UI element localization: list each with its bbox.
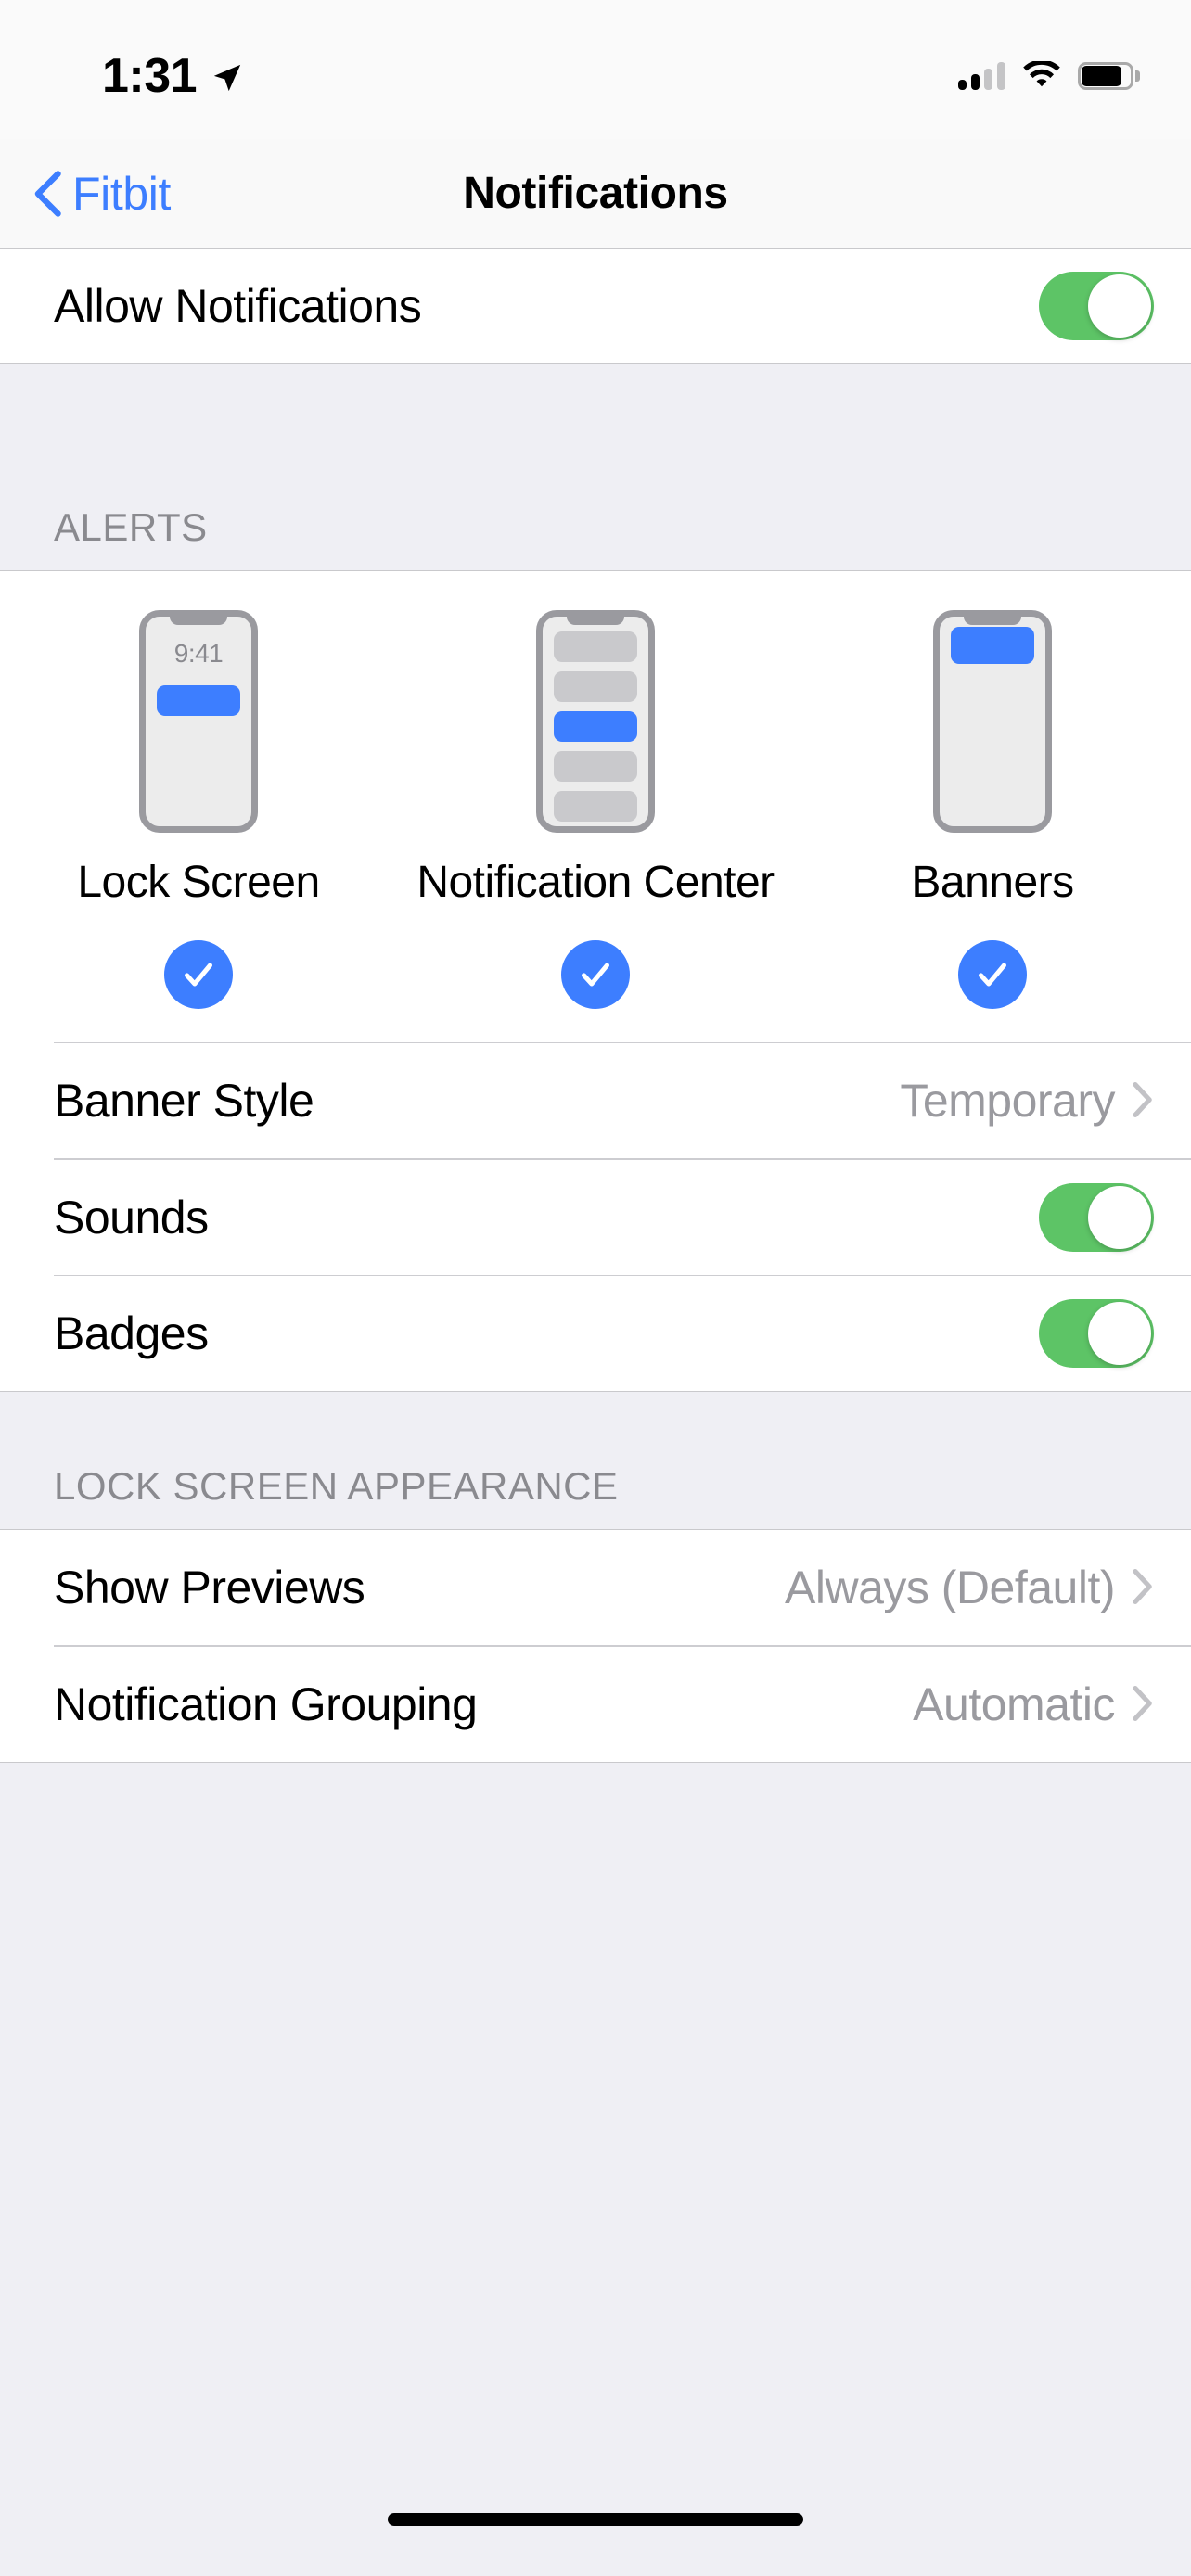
- section-header-label: ALERTS: [54, 505, 208, 549]
- preview-time-label: 9:41: [173, 639, 224, 668]
- row-label: Allow Notifications: [54, 280, 422, 332]
- status-bar-clock: 1:31: [102, 49, 198, 103]
- lock-screen-appearance-section-header: LOCK SCREEN APPEARANCE: [0, 1391, 1191, 1531]
- row-accessory: Automatic: [913, 1677, 1154, 1731]
- alerts-section-header: ALERTS: [0, 363, 1191, 571]
- wifi-icon: [1022, 59, 1061, 91]
- lock-screen-appearance-group: Show Previews Always (Default) Notificat…: [0, 1530, 1191, 1762]
- row-value: Automatic: [913, 1677, 1115, 1730]
- row-value: Always (Default): [785, 1562, 1116, 1614]
- iphone-screen: 1:31 Fitbit Notifications Allow Notifica…: [0, 0, 1191, 2576]
- alert-style-previews: 9:41 Lock Screen Notification Center Ban…: [0, 610, 1191, 909]
- row-notification-grouping[interactable]: Notification Grouping Automatic: [0, 1646, 1191, 1762]
- location-arrow-icon: [211, 62, 243, 94]
- alert-option-notification-center[interactable]: Notification Center: [397, 610, 794, 909]
- banners-preview-icon: [933, 610, 1052, 833]
- allow-notifications-toggle[interactable]: [1039, 272, 1154, 340]
- alert-option-label: Notification Center: [416, 858, 775, 907]
- row-label: Badges: [54, 1307, 209, 1360]
- status-bar-right: [958, 48, 1140, 91]
- alert-option-label: Banners: [911, 858, 1074, 907]
- section-header-label: LOCK SCREEN APPEARANCE: [54, 1464, 619, 1509]
- checkbox-lock-screen-checked-icon[interactable]: [164, 939, 233, 1009]
- back-button-label: Fitbit: [72, 167, 171, 220]
- row-accessory: Always (Default): [785, 1561, 1154, 1614]
- sounds-toggle[interactable]: [1039, 1182, 1154, 1252]
- chevron-left-icon: [33, 170, 61, 217]
- home-indicator[interactable]: [388, 2513, 803, 2526]
- alert-option-label: Lock Screen: [77, 858, 320, 907]
- row-badges[interactable]: Badges: [0, 1276, 1191, 1392]
- lock-screen-preview-icon: 9:41: [139, 610, 258, 833]
- navigation-bar: Fitbit Notifications: [0, 139, 1191, 249]
- checkbox-cell: [397, 939, 794, 1009]
- allow-notifications-group: Allow Notifications: [0, 249, 1191, 363]
- row-accessory: Temporary: [900, 1074, 1154, 1128]
- chevron-right-icon: [1132, 1568, 1154, 1607]
- checkbox-cell: [0, 939, 397, 1009]
- row-label: Show Previews: [54, 1562, 365, 1614]
- checkbox-cell: [794, 939, 1191, 1009]
- home-indicator-area: [0, 2483, 1191, 2576]
- row-value: Temporary: [900, 1075, 1115, 1128]
- chevron-right-icon: [1132, 1081, 1154, 1120]
- alert-option-lock-screen[interactable]: 9:41 Lock Screen: [0, 610, 397, 909]
- back-button[interactable]: Fitbit: [0, 167, 171, 221]
- alert-style-picker: 9:41 Lock Screen Notification Center Ban…: [0, 571, 1191, 1392]
- cellular-signal-icon: [958, 62, 1005, 90]
- notification-center-preview-icon: [536, 610, 655, 833]
- bottom-spacer: [0, 1761, 1191, 2012]
- row-banner-style[interactable]: Banner Style Temporary: [0, 1043, 1191, 1159]
- checkbox-notification-center-checked-icon[interactable]: [561, 939, 630, 1009]
- row-label: Banner Style: [54, 1075, 314, 1128]
- battery-icon: [1078, 62, 1140, 90]
- badges-toggle[interactable]: [1039, 1299, 1154, 1369]
- row-show-previews[interactable]: Show Previews Always (Default): [0, 1530, 1191, 1646]
- alert-style-checkboxes: [0, 939, 1191, 1042]
- row-allow-notifications[interactable]: Allow Notifications: [0, 249, 1191, 363]
- row-label: Notification Grouping: [54, 1677, 478, 1730]
- chevron-right-icon: [1132, 1685, 1154, 1724]
- checkbox-banners-checked-icon[interactable]: [958, 939, 1027, 1009]
- row-sounds[interactable]: Sounds: [0, 1159, 1191, 1275]
- row-label: Sounds: [54, 1191, 209, 1243]
- page-title: Notifications: [463, 169, 728, 218]
- alert-option-banners[interactable]: Banners: [794, 610, 1191, 909]
- status-bar-left: 1:31: [0, 39, 243, 100]
- status-bar: 1:31: [0, 0, 1191, 139]
